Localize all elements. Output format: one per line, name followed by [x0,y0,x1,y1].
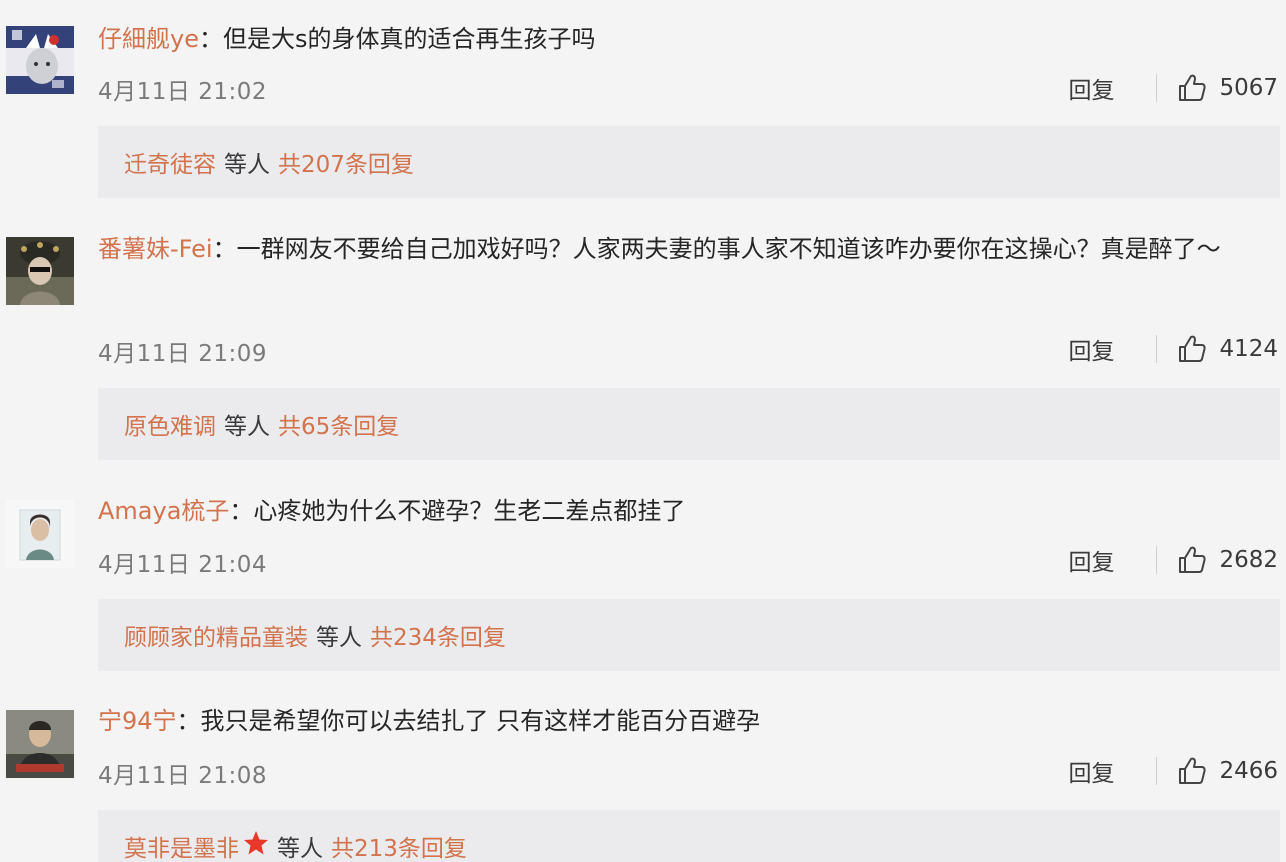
replies-count-link[interactable]: 共207条回复 [278,145,414,179]
comment-timestamp: 4月11日 21:08 [98,763,267,789]
comment-text: 番薯妹-Fei：一群网友不要给自己加戏好吗？人家两夫妻的事人家不知道该咋办要你在… [98,227,1268,271]
avatar[interactable] [6,26,74,94]
avatar[interactable] [6,500,74,568]
comment-timestamp: 4月11日 21:04 [98,552,267,578]
first-replier-name[interactable]: 顾顾家的精品童装 [124,618,308,652]
username-link[interactable]: 番薯妹-Fei [98,235,213,263]
replies-count-link[interactable]: 共234条回复 [370,618,506,652]
divider [1156,757,1158,785]
thumbs-up-icon [1179,74,1207,101]
comment-actions: 回复 5067 [1068,70,1278,106]
comment-body: 但是大s的身体真的适合再生孩子吗 [222,25,596,53]
username-link[interactable]: 仔細舰ye [98,25,199,53]
like-button[interactable]: 2682 [1177,545,1278,575]
first-replier-name[interactable]: 迁奇徒容 [124,145,216,179]
like-count: 4124 [1219,336,1278,362]
replies-count-link[interactable]: 共213条回复 [331,829,467,862]
divider [1156,546,1158,574]
comment-body: 我只是希望你可以去结扎了 只有这样才能百分百避孕 [200,707,761,735]
username-link[interactable]: Amaya梳子 [98,497,229,525]
like-button[interactable]: 5067 [1177,73,1278,103]
reply-button[interactable]: 回复 [1068,332,1114,366]
colon: ： [229,497,254,525]
replies-others-label: 等人 [316,625,362,651]
divider [1156,335,1158,363]
comment-actions: 回复 2466 [1068,753,1278,789]
thumbs-up-icon [1179,335,1207,362]
replies-others-label: 等人 [224,152,270,178]
like-count: 2466 [1219,758,1278,784]
like-count: 5067 [1219,75,1278,101]
reply-button[interactable]: 回复 [1068,543,1114,577]
reply-button[interactable]: 回复 [1068,754,1114,788]
thumbs-up-icon [1179,757,1207,784]
colon: ： [212,235,237,263]
replies-summary[interactable]: 莫非是墨非 等人 共213条回复 [98,810,1280,862]
comment-timestamp: 4月11日 21:02 [98,79,267,105]
first-replier-name[interactable]: 原色难调 [124,407,216,441]
star-icon [243,830,269,862]
avatar[interactable] [6,710,74,778]
like-button[interactable]: 2466 [1177,756,1278,786]
comment-text: Amaya梳子：心疼她为什么不避孕？生老二差点都挂了 [98,489,1268,533]
first-replier-name[interactable]: 莫非是墨非 [124,829,239,862]
like-count: 2682 [1219,547,1278,573]
colon: ： [198,25,223,53]
reply-button[interactable]: 回复 [1068,71,1114,105]
replies-summary[interactable]: 迁奇徒容 等人 共207条回复 [98,126,1280,198]
comment-body: 心疼她为什么不避孕？生老二差点都挂了 [253,497,686,525]
divider [1156,74,1158,102]
username-link[interactable]: 宁94宁 [98,707,177,735]
replies-summary[interactable]: 原色难调 等人 共65条回复 [98,388,1280,460]
replies-others-label: 等人 [224,414,270,440]
comment-feed: 仔細舰ye：但是大s的身体真的适合再生孩子吗 4月11日 21:02 回复 50… [0,0,1286,862]
avatar[interactable] [6,237,74,305]
comment-actions: 回复 4124 [1068,331,1278,367]
comment-timestamp: 4月11日 21:09 [98,341,267,367]
thumbs-up-icon [1179,546,1207,573]
like-button[interactable]: 4124 [1177,334,1278,364]
replies-summary[interactable]: 顾顾家的精品童装 等人 共234条回复 [98,599,1280,671]
colon: ： [176,707,201,735]
comment-text: 仔細舰ye：但是大s的身体真的适合再生孩子吗 [98,17,1268,61]
comment-actions: 回复 2682 [1068,542,1278,578]
comment-body: 一群网友不要给自己加戏好吗？人家两夫妻的事人家不知道该咋办要你在这操心？真是醉了… [236,235,1221,263]
replies-others-label: 等人 [277,836,323,862]
comment-text: 宁94宁：我只是希望你可以去结扎了 只有这样才能百分百避孕 [98,699,1268,743]
replies-count-link[interactable]: 共65条回复 [278,407,399,441]
